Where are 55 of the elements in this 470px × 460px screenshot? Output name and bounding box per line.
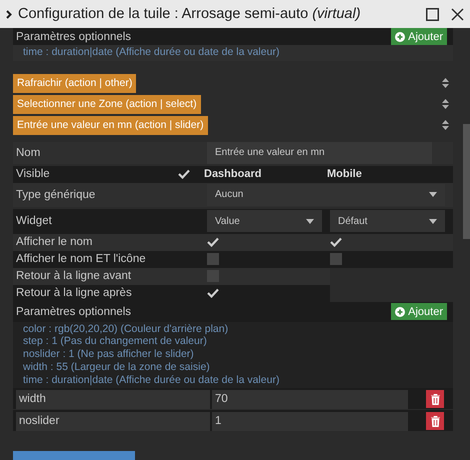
option-label: Retour à la ligne avant [15, 270, 132, 282]
hint-text: time : duration|date (Affiche durée ou date de la valeur) [23, 374, 280, 386]
column-header: Dashboard [204, 168, 262, 180]
sort-icon[interactable] [442, 120, 449, 130]
name-field[interactable]: Entrée une valeur en mn [207, 142, 432, 164]
dropdown-caret-icon [429, 218, 437, 224]
section-title: Paramètres optionnels [16, 30, 132, 42]
column-header: Mobile [327, 168, 363, 180]
option-label: Retour à la ligne après [15, 287, 133, 300]
field-label: Nom [15, 146, 42, 159]
checkmark-icon [330, 237, 342, 248]
add-button[interactable]: Ajouter [391, 303, 447, 320]
sort-icon[interactable] [442, 78, 449, 88]
checkmark-icon [178, 169, 190, 180]
key-field[interactable]: width [16, 390, 210, 409]
scrollbar-thumb[interactable] [463, 124, 470, 239]
key-field[interactable]: noslider [16, 412, 210, 431]
checkmark-icon [207, 237, 219, 248]
maximize-icon[interactable] [426, 8, 439, 20]
field-label: Visible [16, 168, 50, 180]
chevron-right-icon [6, 10, 12, 18]
option-label: Afficher le nom [15, 236, 94, 248]
dropdown-caret-icon [306, 218, 314, 224]
checkbox[interactable] [207, 236, 219, 248]
hint-text: color : rgb(20,20,20) (Couleur d'arrière plan) [23, 322, 230, 336]
dropdown[interactable]: Aucun [207, 184, 445, 206]
plus-circle-icon [395, 306, 406, 317]
checkbox[interactable] [330, 253, 342, 266]
checkmark-icon [207, 288, 219, 298]
value-field[interactable]: 70 [212, 390, 408, 409]
hint-text: width : 55 (Largeur de la zone de saisie) [23, 360, 211, 374]
checkbox[interactable] [330, 236, 342, 248]
window-title: Configuration de la tuile : Arrosage semi-auto (virtual) [18, 6, 362, 22]
hint-text: noslider : 1 (Ne pas afficher le slider) [23, 348, 195, 361]
field-label: Type générique [15, 188, 96, 201]
add-button[interactable]: Ajouter [391, 28, 447, 45]
dropdown[interactable]: Value [207, 210, 322, 232]
trash-icon [430, 416, 440, 427]
sort-icon[interactable] [442, 99, 449, 110]
delete-button[interactable] [426, 412, 444, 430]
value-field[interactable]: 1 [212, 412, 408, 431]
hint-text: time : duration|date (Affiche durée ou date de la valeur) [23, 46, 280, 59]
dropdown[interactable]: Défaut [330, 210, 445, 232]
trash-icon [430, 394, 440, 405]
section-title: Paramètres optionnels [16, 306, 132, 318]
dropdown-caret-icon [429, 192, 437, 198]
option-label: Afficher le nom ET l'icône [15, 253, 147, 266]
plus-circle-icon [395, 32, 406, 42]
close-icon[interactable] [451, 8, 464, 20]
checkbox[interactable] [207, 253, 219, 266]
hint-text: step : 1 (Pas du changement de valeur) [23, 335, 208, 348]
checkbox[interactable] [178, 168, 190, 180]
checkbox[interactable] [207, 287, 219, 300]
field-label: Widget [15, 215, 53, 228]
delete-button[interactable] [426, 390, 444, 408]
